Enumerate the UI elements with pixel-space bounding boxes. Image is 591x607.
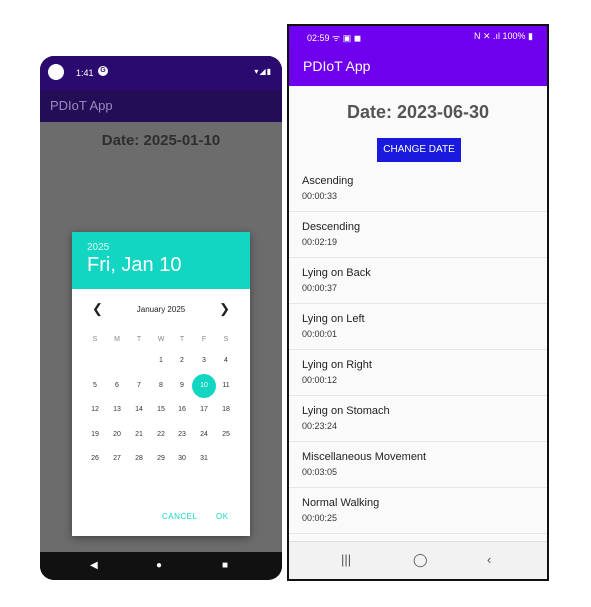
activity-duration: 00:00:33 (302, 191, 338, 201)
calendar-day[interactable]: 31 (194, 449, 214, 469)
date-label: Date: 2023-06-30 (346, 102, 490, 122)
list-item[interactable]: Lying on Right 00:00:12 (289, 350, 547, 396)
back-icon[interactable]: ◀ (90, 560, 98, 571)
activity-name: Lying on Right (302, 359, 372, 371)
home-icon[interactable]: ● (156, 560, 162, 571)
app-bar: PDIoT App (40, 90, 282, 122)
calendar-day[interactable]: 28 (129, 449, 149, 469)
list-item[interactable]: Lying on Left 00:00:01 (289, 304, 547, 350)
calendar-day[interactable]: 3 (194, 351, 214, 371)
calendar-day[interactable]: 16 (172, 400, 192, 420)
activity-duration: 00:00:37 (302, 283, 338, 293)
activity-duration: 00:00:01 (302, 329, 338, 339)
calendar-day[interactable]: 5 (85, 376, 105, 396)
calendar-day[interactable]: 12 (85, 400, 105, 420)
list-item[interactable]: Normal Walking 00:00:25 (289, 488, 547, 534)
calendar-day[interactable]: 6 (107, 376, 127, 396)
status-time: 1:41 (76, 68, 94, 78)
right-phone: 02:59 ᯤ ▣ ◼ N ✕ .ıl 100% ▮ PDIoT App Dat… (287, 24, 549, 581)
weekday-label: T (179, 336, 185, 343)
status-time: 02:59 ᯤ ▣ ◼ (307, 33, 362, 43)
activity-duration: 00:23:24 (302, 421, 338, 431)
navigation-bar: ||| ◯ ‹ (289, 541, 547, 579)
calendar-day[interactable]: 8 (151, 376, 171, 396)
weekday-label: S (92, 336, 98, 343)
calendar-day[interactable]: 21 (129, 425, 149, 445)
change-date-button[interactable]: CHANGE DATE (377, 138, 461, 162)
dimmed-background[interactable]: Date: 2025-01-10 2025 Fri, Jan 10 ❮ Janu… (40, 122, 282, 552)
calendar-day[interactable]: 9 (172, 376, 192, 396)
calendar-day[interactable]: 7 (129, 376, 149, 396)
list-item[interactable]: Lying on Back 00:00:37 (289, 258, 547, 304)
calendar-day[interactable]: 13 (107, 400, 127, 420)
selected-date-header: Fri, Jan 10 (87, 254, 182, 276)
weekday-label: T (136, 336, 142, 343)
calendar-day[interactable]: 11 (216, 376, 236, 396)
ok-button[interactable]: OK (216, 512, 229, 521)
signal-battery-icon: ▾◢▮ (254, 67, 272, 76)
recents-icon[interactable]: ||| (341, 552, 351, 567)
weekday-label: F (201, 336, 207, 343)
list-item[interactable]: Ascending 00:00:33 (289, 166, 547, 212)
calendar-day[interactable]: 19 (85, 425, 105, 445)
status-bar: 1:41 G ▾◢▮ (40, 56, 282, 90)
calendar-day[interactable]: 20 (107, 425, 127, 445)
date-picker-header: 2025 Fri, Jan 10 (72, 232, 250, 289)
activity-name: Ascending (302, 175, 354, 187)
year-selector[interactable]: 2025 (87, 242, 109, 253)
status-indicators: N ✕ .ıl 100% ▮ (473, 31, 533, 41)
app-bar: PDIoT App (289, 46, 547, 86)
home-icon[interactable]: ◯ (413, 552, 428, 568)
activity-duration: 00:00:25 (302, 513, 338, 523)
calendar-day[interactable]: 27 (107, 449, 127, 469)
calendar-day[interactable]: 1 (151, 351, 171, 371)
date-picker-dialog: 2025 Fri, Jan 10 ❮ January 2025 ❯ SMTWTF… (72, 232, 250, 536)
activity-name: Descending (302, 221, 361, 233)
calendar-day[interactable]: 23 (172, 425, 192, 445)
calendar-day[interactable]: 2 (172, 351, 192, 371)
activity-name: Miscellaneous Movement (302, 451, 427, 463)
weekday-label: W (157, 336, 165, 343)
navigation-bar: ◀ ● ■ (40, 552, 282, 580)
calendar-day[interactable]: 30 (172, 449, 192, 469)
left-phone: 1:41 G ▾◢▮ PDIoT App Date: 2025-01-10 20… (40, 56, 282, 580)
activity-name: Lying on Left (302, 313, 365, 325)
activity-duration: 00:02:19 (302, 237, 338, 247)
weekday-label: M (114, 336, 120, 343)
calendar-day[interactable]: 18 (216, 400, 236, 420)
calendar-day[interactable]: 17 (194, 400, 214, 420)
status-bar: 02:59 ᯤ ▣ ◼ N ✕ .ıl 100% ▮ (289, 26, 547, 46)
list-item[interactable]: Descending 00:02:19 (289, 212, 547, 258)
activity-duration: 00:03:05 (302, 467, 338, 477)
calendar-day[interactable]: 29 (151, 449, 171, 469)
weekday-label: S (223, 336, 229, 343)
list-item[interactable]: Miscellaneous Movement 00:03:05 (289, 442, 547, 488)
calendar-day[interactable]: 24 (194, 425, 214, 445)
calendar-day[interactable]: 26 (85, 449, 105, 469)
activity-duration: 00:00:12 (302, 375, 338, 385)
activity-name: Lying on Stomach (302, 405, 390, 417)
calendar-day[interactable]: 15 (151, 400, 171, 420)
calendar-day[interactable]: 22 (151, 425, 171, 445)
chevron-right-icon[interactable]: ❯ (219, 301, 230, 317)
calendar-day[interactable]: 4 (216, 351, 236, 371)
calendar-day[interactable]: 25 (216, 425, 236, 445)
back-icon[interactable]: ‹ (487, 552, 491, 567)
list-item[interactable]: Lying on Stomach 00:23:24 (289, 396, 547, 442)
activity-name: Normal Walking (302, 497, 380, 509)
activity-name: Lying on Back (302, 267, 371, 279)
calendar-day-selected[interactable]: 10 (192, 374, 216, 398)
app-title: PDIoT App (303, 58, 371, 74)
activity-list: Ascending 00:00:33 Descending 00:02:19 L… (289, 166, 547, 534)
date-label: Date: 2025-01-10 (101, 132, 221, 149)
camera-cutout (48, 64, 64, 80)
cancel-button[interactable]: CANCEL (162, 512, 197, 521)
calendar-day[interactable]: 14 (129, 400, 149, 420)
app-title: PDIoT App (50, 98, 113, 113)
g-icon: G (98, 66, 108, 76)
recents-icon[interactable]: ■ (222, 560, 228, 571)
